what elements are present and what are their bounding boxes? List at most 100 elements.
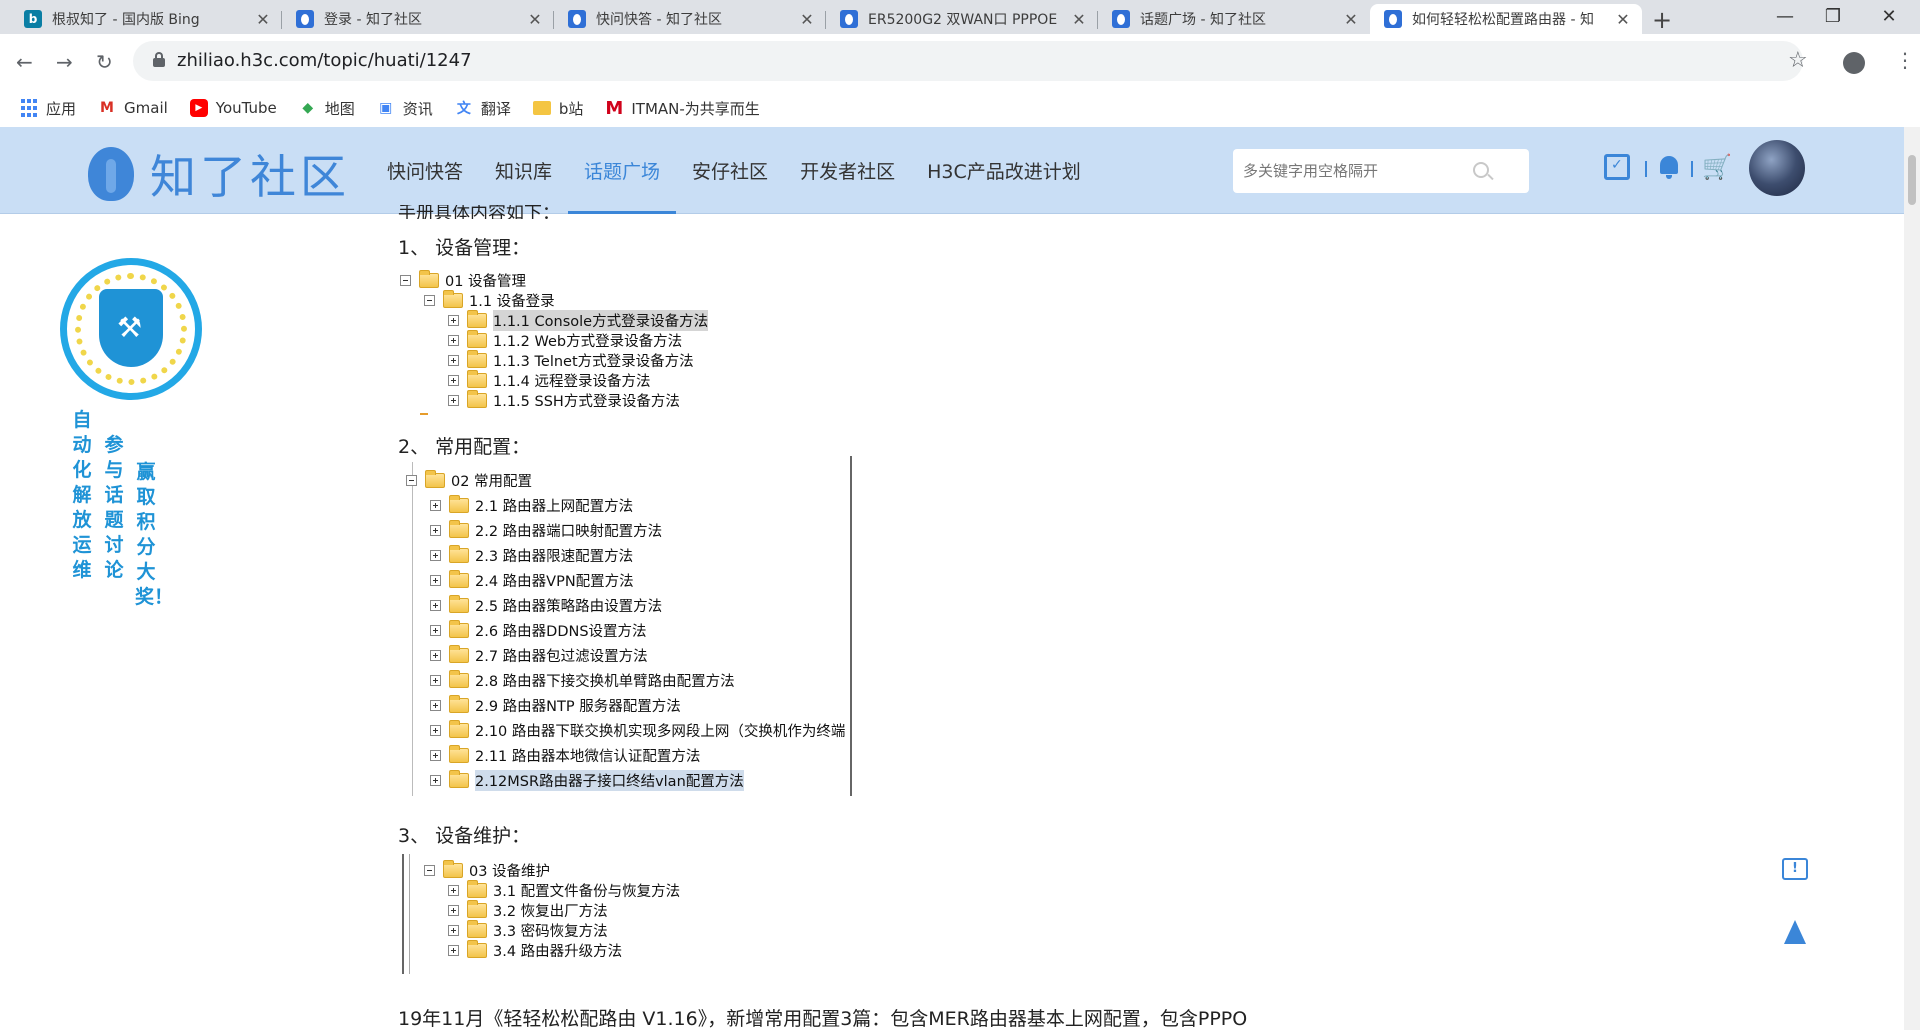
tree-leaf[interactable]: 2.12MSR路由器子接口终结vlan配置方法: [430, 769, 744, 791]
nav-developer[interactable]: 开发者社区: [784, 127, 911, 214]
tree-root[interactable]: 03 设备维护: [424, 859, 550, 880]
browser-tab[interactable]: ER5200G2 双WAN口 PPPOE ✕: [826, 4, 1098, 34]
browser-tab[interactable]: 登录 - 知了社区 ✕: [282, 4, 554, 34]
close-tab-icon[interactable]: ✕: [526, 10, 544, 29]
browser-tab[interactable]: 快问快答 - 知了社区 ✕: [554, 4, 826, 34]
collapse-icon[interactable]: [424, 294, 435, 306]
new-tab-button[interactable]: +: [1652, 6, 1672, 34]
reload-icon[interactable]: ↻: [96, 50, 113, 74]
site-logo[interactable]: 知了社区: [88, 141, 350, 207]
collapse-icon[interactable]: [424, 864, 435, 876]
bookmark-apps[interactable]: 应用: [20, 98, 76, 119]
search-input[interactable]: [1233, 149, 1463, 193]
tree-leaf[interactable]: 2.5 路由器策略路由设置方法: [430, 594, 662, 615]
expand-icon[interactable]: [448, 884, 459, 896]
bookmark-maps[interactable]: ◆ 地图: [299, 98, 354, 119]
expand-icon[interactable]: [430, 674, 441, 686]
bookmark-star-icon[interactable]: ☆: [1788, 48, 1808, 73]
tree-node[interactable]: 1.1 设备登录: [424, 289, 555, 310]
expand-icon[interactable]: [430, 699, 441, 711]
expand-icon[interactable]: [430, 524, 441, 536]
tree-leaf[interactable]: 2.3 路由器限速配置方法: [430, 544, 633, 565]
close-window-icon[interactable]: ✕: [1874, 6, 1904, 27]
expand-icon[interactable]: [448, 374, 459, 386]
nav-h3c-plan[interactable]: H3C产品改进计划: [911, 127, 1097, 214]
tree-leaf[interactable]: 1.1.3 Telnet方式登录设备方法: [448, 349, 694, 370]
tree-leaf[interactable]: 2.10 路由器下联交换机实现多网段上网（交换机作为终端: [430, 720, 848, 740]
nav-kuaiwen[interactable]: 快问快答: [371, 127, 479, 214]
expand-icon[interactable]: [448, 334, 459, 346]
omnibox[interactable]: zhiliao.h3c.com/topic/huati/1247 ☆: [133, 41, 1808, 81]
tree-leaf[interactable]: 2.11 路由器本地微信认证配置方法: [430, 744, 700, 765]
back-to-top-icon[interactable]: [1784, 920, 1806, 944]
expand-icon[interactable]: [430, 749, 441, 761]
expand-icon[interactable]: [448, 924, 459, 936]
expand-icon[interactable]: [430, 599, 441, 611]
collapse-icon[interactable]: [400, 274, 411, 286]
close-tab-icon[interactable]: ✕: [1342, 10, 1360, 29]
tree-leaf[interactable]: 3.2 恢复出厂方法: [448, 899, 608, 920]
expand-icon[interactable]: [430, 624, 441, 636]
bookmark-itman[interactable]: M ITMAN-为共享而生: [605, 98, 759, 119]
bookmark-news[interactable]: ▣ 资讯: [377, 98, 433, 119]
menu-icon[interactable]: ⋮: [1895, 48, 1915, 72]
tree-leaf[interactable]: 1.1.5 SSH方式登录设备方法: [448, 389, 680, 410]
nav-anzai[interactable]: 安仔社区: [676, 127, 784, 214]
tree-leaf[interactable]: 1.1.1 Console方式登录设备方法: [448, 309, 709, 331]
tree-leaf[interactable]: 2.2 路由器端口映射配置方法: [430, 519, 662, 540]
close-tab-icon[interactable]: ✕: [1070, 10, 1088, 29]
bookmark-bilibili[interactable]: b站: [532, 98, 583, 119]
browser-tab[interactable]: b 根叔知了 - 国内版 Bing ✕: [10, 4, 282, 34]
expand-icon[interactable]: [430, 574, 441, 586]
tree-leaf[interactable]: 2.7 路由器包过滤设置方法: [430, 644, 648, 665]
nav-topics[interactable]: 话题广场: [568, 127, 677, 214]
expand-icon[interactable]: [430, 724, 441, 736]
close-tab-icon[interactable]: ✕: [1614, 10, 1632, 29]
minimize-icon[interactable]: —: [1770, 6, 1800, 27]
expand-icon[interactable]: [448, 944, 459, 956]
page-scrollbar[interactable]: [1904, 127, 1920, 1030]
tree-root[interactable]: 02 常用配置: [406, 469, 532, 490]
expand-icon[interactable]: [430, 549, 441, 561]
bookmark-youtube[interactable]: ▶ YouTube: [189, 99, 277, 117]
bell-icon[interactable]: [1657, 154, 1683, 180]
expand-icon[interactable]: [430, 649, 441, 661]
feedback-icon[interactable]: !: [1782, 858, 1808, 880]
forward-icon[interactable]: →: [56, 50, 73, 74]
expand-icon[interactable]: [448, 904, 459, 916]
browser-tab-active[interactable]: 如何轻轻松松配置路由器 - 知 ✕: [1370, 4, 1642, 34]
search-icon[interactable]: [1473, 162, 1489, 178]
avatar[interactable]: [1749, 140, 1805, 196]
tree-leaf[interactable]: 3.4 路由器升级方法: [448, 939, 622, 960]
bookmark-gmail[interactable]: M Gmail: [98, 99, 168, 117]
tree-leaf[interactable]: 3.3 密码恢复方法: [448, 919, 608, 940]
tree-root[interactable]: 01 设备管理: [400, 269, 526, 290]
nav-knowledge[interactable]: 知识库: [479, 127, 568, 214]
bookmark-translate[interactable]: 文翻译: [455, 98, 511, 119]
cart-icon[interactable]: 🛒: [1702, 154, 1732, 180]
maximize-icon[interactable]: ❐: [1818, 6, 1848, 27]
tree-leaf[interactable]: 1.1.4 远程登录设备方法: [448, 369, 651, 390]
close-tab-icon[interactable]: ✕: [798, 10, 816, 29]
url-text[interactable]: zhiliao.h3c.com/topic/huati/1247: [177, 50, 472, 71]
expand-icon[interactable]: [448, 314, 459, 326]
close-tab-icon[interactable]: ✕: [254, 10, 272, 29]
promo-badge[interactable]: ⚒: [60, 258, 202, 400]
tree-leaf[interactable]: 2.6 路由器DDNS设置方法: [430, 619, 647, 640]
expand-icon[interactable]: [448, 394, 459, 406]
expand-icon[interactable]: [430, 774, 441, 786]
tree-leaf[interactable]: 2.1 路由器上网配置方法: [430, 494, 633, 515]
browser-tab[interactable]: 话题广场 - 知了社区 ✕: [1098, 4, 1370, 34]
expand-icon[interactable]: [430, 499, 441, 511]
tree-leaf[interactable]: 3.1 配置文件备份与恢复方法: [448, 879, 680, 900]
tree-leaf[interactable]: 2.8 路由器下接交换机单臂路由配置方法: [430, 669, 735, 690]
tree-leaf[interactable]: 2.9 路由器NTP 服务器配置方法: [430, 694, 681, 715]
tree-leaf[interactable]: 2.4 路由器VPN配置方法: [430, 569, 634, 590]
tree-leaf[interactable]: 1.1.2 Web方式登录设备方法: [448, 329, 682, 350]
calendar-check-icon[interactable]: [1604, 154, 1630, 180]
back-icon[interactable]: ←: [16, 50, 33, 74]
expand-icon[interactable]: [448, 354, 459, 366]
profile-icon[interactable]: [1843, 52, 1865, 74]
collapse-icon[interactable]: [406, 474, 417, 486]
scrollbar-thumb[interactable]: [1908, 155, 1916, 205]
